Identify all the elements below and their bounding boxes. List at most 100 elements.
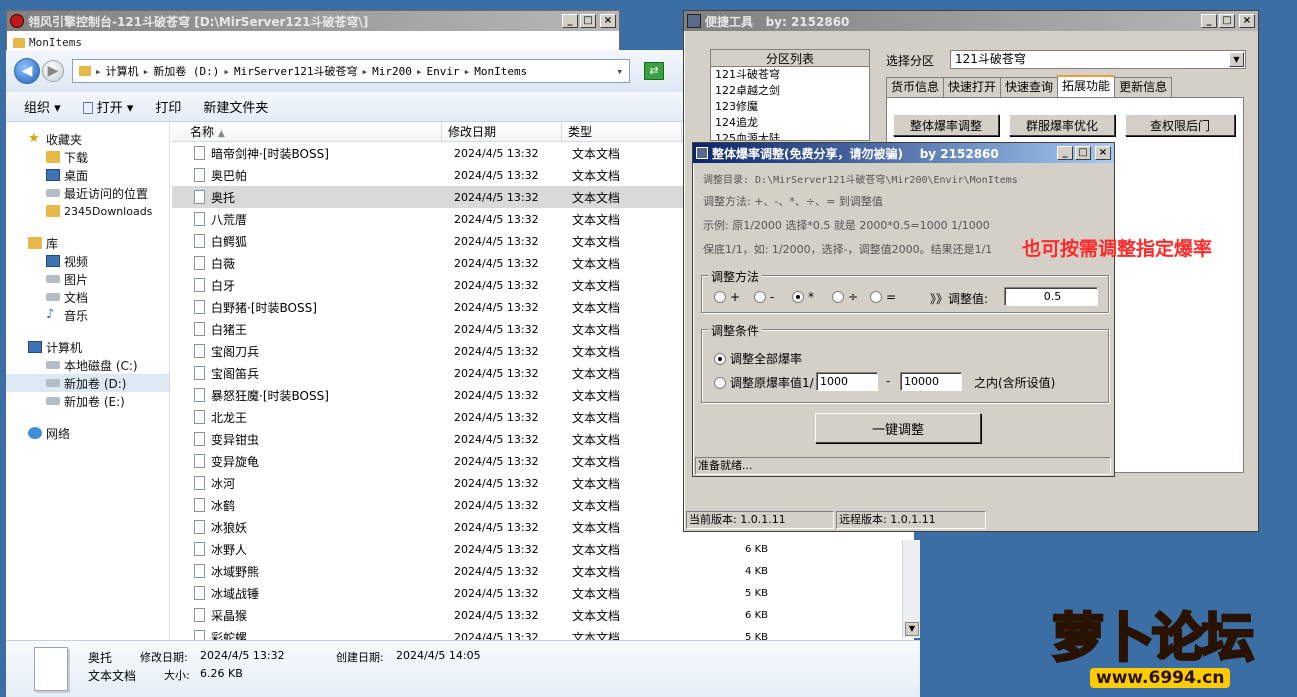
server-item[interactable]: 122卓越之剑 bbox=[711, 83, 869, 99]
tools-title: 便捷工具 bbox=[705, 14, 754, 29]
file-name: 宝阁刀兵 bbox=[211, 344, 260, 359]
sidebar-item-drive-c[interactable]: 本地磁盘 (C:) bbox=[6, 356, 169, 374]
tab-extensions[interactable]: 拓展功能 bbox=[1057, 75, 1116, 97]
group-droprate-button[interactable]: 群服爆率优化 bbox=[1009, 114, 1115, 136]
new-folder-button[interactable]: 新建文件夹 bbox=[203, 97, 268, 116]
crumb-monitems[interactable]: MonItems bbox=[474, 65, 527, 78]
sidebar-item-2345downloads[interactable]: 2345Downloads bbox=[6, 202, 169, 220]
close-button[interactable]: × bbox=[1095, 146, 1111, 160]
crumb-envir[interactable]: Envir bbox=[426, 65, 459, 78]
check-backdoor-button[interactable]: 查权限后门 bbox=[1125, 114, 1235, 136]
sidebar-item-desktop[interactable]: 桌面 bbox=[6, 166, 169, 184]
text-file-icon bbox=[194, 454, 205, 468]
minimize-button[interactable]: _ bbox=[1057, 146, 1073, 160]
column-name[interactable]: 名称 ▲ bbox=[172, 122, 442, 141]
tools-author: by: 2152860 bbox=[765, 14, 850, 29]
cond-range-radio[interactable]: 调整原爆率值1/ bbox=[714, 374, 814, 391]
tab-updates[interactable]: 更新信息 bbox=[1114, 77, 1173, 97]
range-to-input[interactable]: 10000 bbox=[900, 372, 962, 391]
sidebar-item-drive-d[interactable]: 新加卷 (D:) bbox=[6, 374, 169, 392]
organize-button[interactable]: 组织 ▾ bbox=[24, 97, 61, 116]
sidebar-item-music[interactable]: ♪ 音乐 bbox=[6, 306, 169, 324]
file-name: 冰野人 bbox=[211, 542, 248, 557]
file-row[interactable]: 冰域战锤 2024/4/5 13:32 文本文档 5 KB bbox=[172, 582, 914, 604]
file-name: 变异钳虫 bbox=[211, 432, 260, 447]
tab-currency[interactable]: 货币信息 bbox=[886, 77, 945, 97]
file-row[interactable]: 冰域野熊 2024/4/5 13:32 文本文档 4 KB bbox=[172, 560, 914, 582]
server-item[interactable]: 123修魔 bbox=[711, 99, 869, 115]
chevron-down-icon[interactable]: ▾ bbox=[616, 65, 623, 78]
minimize-button[interactable]: _ bbox=[562, 14, 578, 28]
server-item[interactable]: 125血源大陆 bbox=[711, 131, 869, 140]
close-button[interactable]: × bbox=[1239, 14, 1255, 28]
sidebar-item-recent[interactable]: 最近访问的位置 bbox=[6, 184, 169, 202]
forward-button[interactable]: ▶ bbox=[42, 60, 64, 82]
chevron-down-icon[interactable]: ▼ bbox=[1229, 52, 1244, 67]
apply-adjust-button[interactable]: 一键调整 bbox=[815, 413, 981, 443]
server-list[interactable]: 分区列表 121斗破苍穹 122卓越之剑 123修魔 124追龙 125血源大陆 bbox=[710, 49, 870, 141]
tab-quick-open[interactable]: 快速打开 bbox=[943, 77, 1002, 97]
file-row[interactable]: 冰野人 2024/4/5 13:32 文本文档 6 KB bbox=[172, 538, 914, 560]
sidebar-item-pictures[interactable]: 图片 bbox=[6, 270, 169, 288]
tab-quick-query[interactable]: 快速查询 bbox=[1000, 77, 1059, 97]
detail-size-label: 大小: bbox=[164, 669, 190, 682]
crumb-mir200[interactable]: Mir200 bbox=[372, 65, 412, 78]
sidebar-item-videos[interactable]: 视频 bbox=[6, 252, 169, 270]
file-size: 4 KB bbox=[745, 565, 768, 577]
cond-all-radio[interactable]: 调整全部爆率 bbox=[714, 350, 802, 367]
back-button[interactable]: ◀ bbox=[14, 58, 40, 84]
file-date: 2024/4/5 13:32 bbox=[454, 498, 539, 512]
file-size: 5 KB bbox=[745, 631, 768, 641]
crumb-computer[interactable]: 计算机 bbox=[106, 63, 139, 79]
column-type[interactable]: 类型 bbox=[562, 122, 682, 141]
op-divide-radio[interactable]: ÷ bbox=[832, 290, 858, 304]
dialog-titlebar[interactable]: 整体爆率调整(免费分享，请勿被骗) by 2152860 _ □ × bbox=[693, 143, 1114, 163]
file-name: 冰鹤 bbox=[211, 498, 236, 513]
detail-file-name: 奥托 bbox=[88, 651, 113, 665]
file-date: 2024/4/5 13:32 bbox=[454, 366, 539, 380]
server-select[interactable]: 121斗破苍穹 ▼ bbox=[950, 50, 1246, 69]
file-type: 文本文档 bbox=[572, 366, 621, 381]
scroll-down-button[interactable]: ▼ bbox=[905, 622, 919, 636]
column-date[interactable]: 修改日期 bbox=[442, 122, 562, 141]
sidebar-computer[interactable]: 计算机 bbox=[6, 338, 169, 356]
overall-droprate-button[interactable]: 整体爆率调整 bbox=[893, 114, 999, 136]
tools-titlebar[interactable]: 便捷工具 by: 2152860 _ □ × bbox=[684, 11, 1258, 31]
file-row[interactable]: 采晶猴 2024/4/5 13:32 文本文档 6 KB bbox=[172, 604, 914, 626]
refresh-button[interactable]: ⇄ bbox=[644, 62, 664, 80]
range-from-input[interactable]: 1000 bbox=[816, 372, 878, 391]
music-icon: ♪ bbox=[46, 307, 55, 322]
op-minus-radio[interactable]: - bbox=[754, 290, 774, 304]
op-equals-radio[interactable]: = bbox=[870, 290, 896, 304]
sidebar-item-documents[interactable]: 文档 bbox=[6, 288, 169, 306]
maximize-button[interactable]: □ bbox=[1075, 146, 1091, 160]
explorer-titlebar[interactable]: 翎风引擎控制台-121斗破苍穹 [D:\MirServer121斗破苍穹\] _… bbox=[7, 11, 619, 31]
file-list-scrollbar[interactable]: ▼ bbox=[902, 540, 920, 638]
sidebar-network[interactable]: 网络 bbox=[6, 424, 169, 442]
minimize-button[interactable]: _ bbox=[1201, 14, 1217, 28]
sidebar-item-downloads[interactable]: 下载 bbox=[6, 148, 169, 166]
file-type: 文本文档 bbox=[572, 256, 621, 271]
file-row[interactable]: 彩蛇螺 2024/4/5 13:32 文本文档 5 KB bbox=[172, 626, 914, 640]
sidebar-library[interactable]: 库 bbox=[6, 234, 169, 252]
engine-logo-icon bbox=[10, 14, 24, 28]
server-item[interactable]: 124追龙 bbox=[711, 115, 869, 131]
file-name: 奥巴帕 bbox=[211, 168, 248, 183]
maximize-button[interactable]: □ bbox=[580, 14, 596, 28]
sidebar-item-drive-e[interactable]: 新加卷 (E:) bbox=[6, 392, 169, 410]
open-button[interactable]: 打开 ▾ bbox=[82, 97, 133, 116]
op-plus-radio[interactable]: + bbox=[714, 290, 740, 304]
forum-watermark: 萝卜论坛 www.6994.cn bbox=[1046, 594, 1292, 692]
address-bar[interactable]: ▸ 计算机 ▸ 新加卷 (D:) ▸ MirServer121斗破苍穹 ▸ Mir200… bbox=[72, 59, 630, 83]
file-date: 2024/4/5 13:32 bbox=[454, 608, 539, 622]
crumb-server[interactable]: MirServer121斗破苍穹 bbox=[234, 63, 357, 79]
sidebar-favorites[interactable]: ★ 收藏夹 bbox=[6, 130, 169, 148]
server-item[interactable]: 121斗破苍穹 bbox=[711, 67, 869, 83]
crumb-drive[interactable]: 新加卷 (D:) bbox=[153, 63, 219, 79]
adjust-value-input[interactable]: 0.5 bbox=[1004, 287, 1098, 306]
maximize-button[interactable]: □ bbox=[1219, 14, 1235, 28]
op-multiply-radio[interactable]: * bbox=[792, 290, 814, 304]
print-button[interactable]: 打印 bbox=[155, 97, 181, 116]
close-button[interactable]: × bbox=[600, 14, 616, 28]
file-name: 冰狼妖 bbox=[211, 520, 248, 535]
